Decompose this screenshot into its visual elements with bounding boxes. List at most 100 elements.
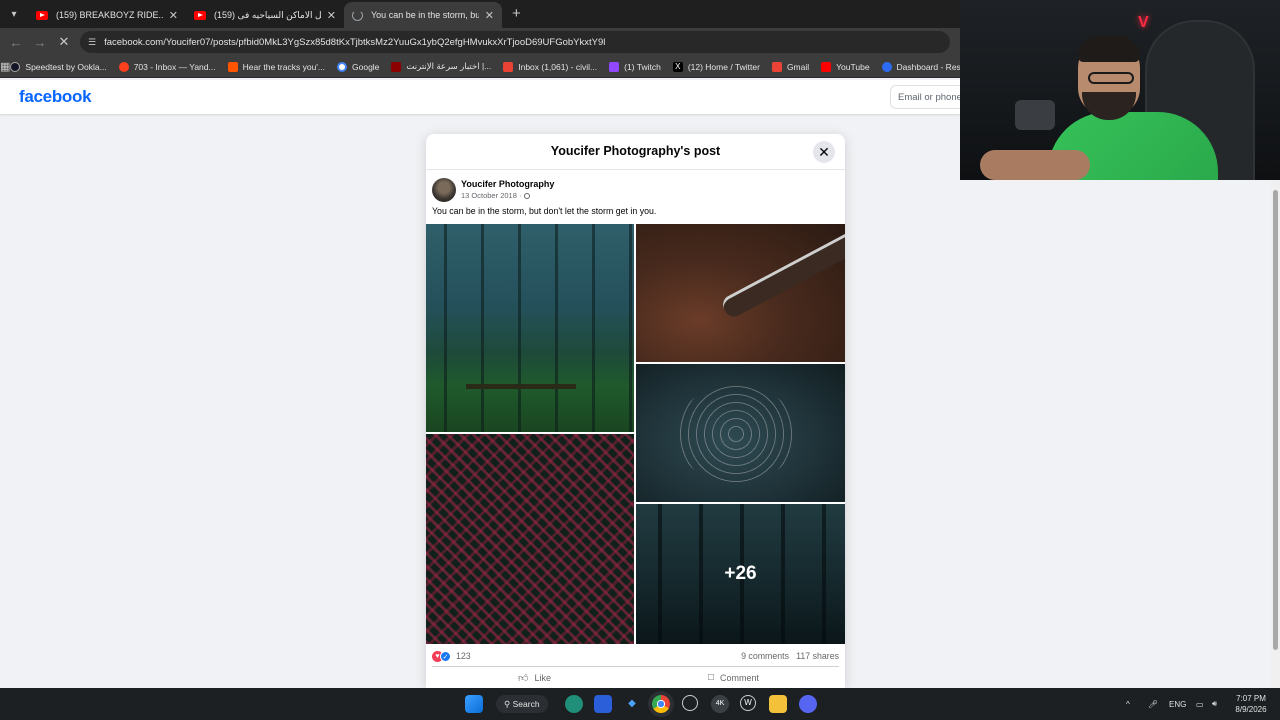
bookmark-gmail[interactable]: Gmail: [771, 61, 810, 72]
bookmark-twitch[interactable]: (1) Twitch: [609, 61, 661, 72]
url-input[interactable]: ☰ facebook.com/Youcifer07/posts/pfbid0Mk…: [80, 31, 950, 53]
app-diamond-icon[interactable]: ◆: [623, 695, 641, 713]
post-date-text: 13 October 2018 ·: [461, 191, 522, 200]
clock-date: 8/9/2026: [1235, 705, 1267, 714]
tab-search-icon[interactable]: ▾: [2, 3, 26, 25]
like-reaction-icon: ✓: [440, 651, 451, 662]
bookmarks-bar: ▦ Speedtest by Ookla... 703 - Inbox — Ya…: [0, 56, 978, 78]
tab-breakboyz[interactable]: (159) BREAKBOYZ RIDE... #brea ✕: [28, 2, 186, 28]
bookmark-label: YouTube: [836, 61, 870, 72]
like-label: Like: [534, 673, 551, 683]
facebook-header: facebook Email or phone: [0, 80, 980, 114]
speedtest-icon: [10, 61, 21, 72]
bookmark-twitter[interactable]: X (12) Home / Twitter: [672, 61, 760, 72]
discord-icon[interactable]: [799, 695, 817, 713]
branch-shape: [719, 230, 845, 320]
system-clock[interactable]: 7:07 PM 8/9/2026: [1226, 693, 1276, 715]
chrome-icon[interactable]: [652, 695, 670, 713]
volume-icon[interactable]: 🔊︎: [1212, 688, 1217, 720]
language-indicator[interactable]: ENG: [1169, 688, 1186, 720]
comments-count[interactable]: 9 comments: [741, 651, 789, 661]
photo-dark-forest[interactable]: +26: [636, 504, 845, 644]
comment-label: Comment: [720, 672, 760, 683]
tray-chevron-icon[interactable]: ^: [1126, 688, 1130, 720]
microphone-icon[interactable]: 🎤︎: [1148, 688, 1158, 720]
file-explorer-icon[interactable]: [769, 695, 787, 713]
photo-spider-web[interactable]: [636, 364, 845, 502]
modal-title: Youcifer Photography's post: [426, 134, 845, 170]
avatar[interactable]: [432, 178, 456, 202]
back-arrow-icon[interactable]: ←: [4, 35, 28, 50]
bookmark-label: Gmail: [786, 61, 810, 72]
bookmark-speedtest[interactable]: Speedtest by Ookla...: [10, 61, 107, 72]
facebook-logo[interactable]: facebook: [19, 87, 92, 107]
comment-button[interactable]: □ Comment: [708, 672, 759, 683]
app-refresh-icon[interactable]: [682, 695, 698, 711]
wordpress-icon[interactable]: W: [740, 695, 756, 711]
reaction-icons[interactable]: ♥ ✓: [432, 651, 452, 662]
edge-icon[interactable]: [565, 695, 583, 713]
person-arm: [980, 150, 1090, 180]
post-date[interactable]: 13 October 2018 ·: [461, 191, 531, 200]
search-icon: ⚲: [504, 699, 511, 709]
mail-icon[interactable]: [594, 695, 612, 713]
youtube-icon: [821, 61, 832, 72]
tab-title: You can be in the storm, but do: [371, 10, 479, 20]
bookmark-google[interactable]: Google: [337, 61, 380, 72]
reaction-count[interactable]: 123: [456, 651, 471, 661]
tab-tourism[interactable]: (159) افضل الاماكن السياحيه فى ✕: [186, 2, 344, 28]
page-scrollbar[interactable]: [1271, 180, 1280, 688]
bookmark-label: Speedtest by Ookla...: [25, 61, 107, 72]
youtube-icon: [36, 10, 48, 20]
bookmark-label: اختبار سرعة الإنترنت |...: [406, 61, 492, 71]
close-tab-icon[interactable]: ✕: [485, 9, 494, 22]
search-label: Search: [512, 699, 540, 709]
4k-downloader-icon[interactable]: 4K: [711, 695, 729, 713]
close-icon[interactable]: ✕: [813, 141, 835, 163]
comment-bubble-icon: □: [708, 672, 715, 683]
apps-grid-icon[interactable]: ▦: [0, 60, 10, 73]
bookmark-youtube[interactable]: YouTube: [821, 61, 870, 72]
restream-icon: [881, 61, 892, 72]
bookmark-label: Hear the tracks you'...: [242, 61, 325, 72]
tab-facebook-post[interactable]: You can be in the storm, but do ✕: [344, 2, 502, 28]
bookmark-yandex[interactable]: 703 - Inbox — Yand...: [118, 61, 216, 72]
site-info-icon[interactable]: ☰: [88, 37, 96, 48]
close-tab-icon[interactable]: ✕: [169, 9, 178, 22]
address-bar-row: ← → ✕ ☰ facebook.com/Youcifer07/posts/pf…: [0, 28, 960, 56]
new-tab-button[interactable]: +: [512, 5, 521, 22]
shares-count[interactable]: 117 shares: [796, 651, 839, 661]
gmail-icon: [771, 61, 782, 72]
photo-red-fern[interactable]: [426, 434, 634, 644]
x-twitter-icon: X: [672, 61, 683, 72]
post-modal: Youcifer Photography's post ✕ Youcifer P…: [426, 134, 845, 688]
network-icon[interactable]: ▭: [1196, 688, 1204, 720]
photo-branch[interactable]: [636, 224, 845, 362]
windows-start-icon[interactable]: [465, 695, 483, 713]
post-author[interactable]: Youcifer Photography: [461, 179, 554, 189]
google-icon: [337, 61, 347, 72]
photo-foggy-forest[interactable]: [426, 224, 634, 432]
bookmark-label: (1) Twitch: [624, 61, 661, 72]
bookmark-label: Google: [352, 61, 380, 72]
stop-loading-icon[interactable]: ✕: [52, 34, 76, 50]
webcam-overlay: V: [960, 0, 1280, 180]
bookmark-gmail-inbox[interactable]: Inbox (1,061) - civil...: [503, 61, 598, 72]
taskbar-search[interactable]: ⚲ Search: [496, 695, 548, 713]
youtube-icon: [194, 10, 206, 20]
bookmark-label: Inbox (1,061) - civil...: [518, 61, 598, 72]
globe-icon: [524, 193, 531, 200]
windows-taskbar: ⚲ Search ◆ 4K W ^ 🎤︎ ENG ▭ 🔊︎ 7:07 PM 8/…: [0, 688, 1280, 720]
bench-shape: [466, 384, 576, 414]
close-tab-icon[interactable]: ✕: [327, 9, 336, 22]
post-actions: 👍︎ Like □ Comment: [432, 666, 839, 688]
scrollbar-thumb[interactable]: [1273, 190, 1278, 650]
browser-tab-strip: ▾ (159) BREAKBOYZ RIDE... #brea ✕ (159) …: [0, 0, 960, 28]
bookmark-speed-test-arabic[interactable]: اختبار سرعة الإنترنت |...: [391, 61, 491, 72]
like-button[interactable]: 👍︎ Like: [518, 672, 551, 684]
web-shape: [676, 384, 796, 484]
person-hair: [1078, 36, 1140, 62]
thumbs-up-icon: 👍︎: [518, 673, 529, 684]
forward-arrow-icon[interactable]: →: [28, 35, 52, 50]
bookmark-soundcloud[interactable]: Hear the tracks you'...: [227, 61, 325, 72]
